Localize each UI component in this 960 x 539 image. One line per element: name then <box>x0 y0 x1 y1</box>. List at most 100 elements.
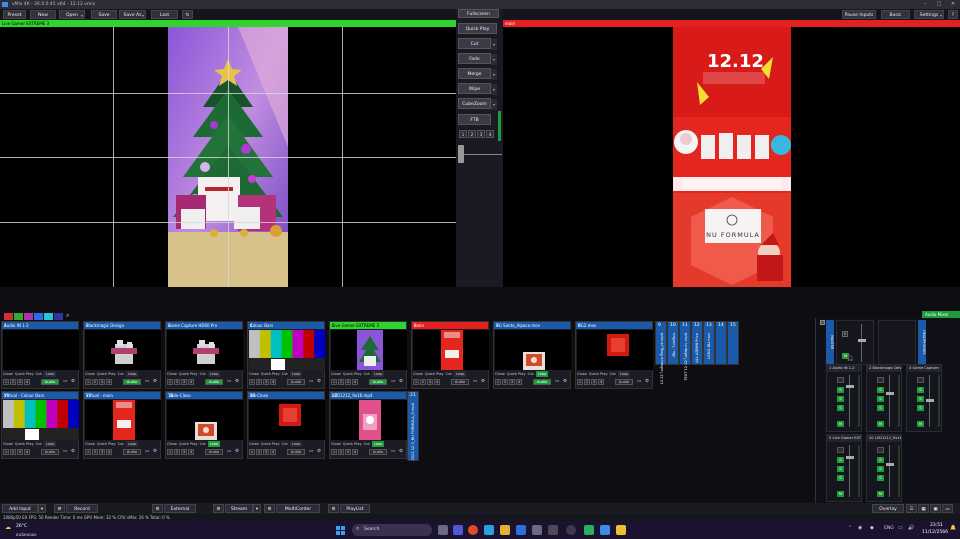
loop-button[interactable]: Loop <box>207 441 221 447</box>
fade-button[interactable]: Fade <box>458 53 497 65</box>
quick-play-button[interactable]: Quick Play <box>425 371 444 378</box>
overlay-4-button[interactable]: 4 <box>24 379 30 385</box>
save-button[interactable]: Save <box>91 10 117 19</box>
input-tile[interactable]: Game Capture HD60 Pro 3 Close Quick Play Cut… <box>165 321 243 389</box>
mixer-settings-icon[interactable] <box>820 320 825 325</box>
close-button[interactable]: Close <box>167 441 177 448</box>
quick-play-button[interactable]: Quick Play <box>589 371 608 378</box>
loop-button[interactable]: Loop <box>617 371 631 377</box>
settings-icon[interactable]: ⚙ <box>317 379 321 384</box>
cut-button[interactable]: Cut <box>200 441 206 448</box>
audio-button[interactable]: Audio <box>205 449 223 455</box>
multicorder-button[interactable]: MultiCorder <box>276 504 320 513</box>
close-window-button[interactable]: ✕ <box>946 0 960 9</box>
quick-play-button[interactable]: Quick Play <box>261 441 280 448</box>
monitor-icon[interactable]: ▭ <box>145 449 149 454</box>
input-thumbnail[interactable] <box>331 330 407 370</box>
solo-button[interactable]: S <box>877 387 884 393</box>
overlay-3-button[interactable]: 3 <box>181 449 187 455</box>
overlay-2-button[interactable]: 2 <box>338 449 344 455</box>
cut-button[interactable]: Cut <box>118 371 124 378</box>
overlay-3-button[interactable]: 3 <box>17 379 23 385</box>
overlay-3-button[interactable]: 3 <box>427 379 433 385</box>
bus-b-button[interactable]: S <box>837 405 844 411</box>
preview-window[interactable] <box>0 27 456 287</box>
input-tile-compact[interactable]: 13 LOGO-NU.mov <box>703 321 715 365</box>
stinger-2-button[interactable]: 2 <box>468 130 476 138</box>
cubezoom-button[interactable]: CubeZoom <box>458 98 497 110</box>
input-thumbnail[interactable] <box>85 330 161 370</box>
input-tile-compact[interactable]: 21 2021 12 0_NU FORMULA_9.mp4 <box>407 391 419 461</box>
quick-play-button[interactable]: Quick Play <box>97 441 116 448</box>
loop-button[interactable]: Loop <box>371 441 385 447</box>
external-button[interactable]: External <box>164 504 196 513</box>
settings-icon[interactable]: ⚙ <box>71 379 75 384</box>
settings-icon[interactable]: ⚙ <box>235 449 239 454</box>
input-tile[interactable]: Virtual - main 17 Close Quick Play Cut Loop 1 2… <box>83 391 161 459</box>
quick-play-button[interactable]: Quick Play <box>179 371 198 378</box>
cut-button[interactable]: Cut <box>446 371 452 378</box>
overlay-2-button[interactable]: 2 <box>584 379 590 385</box>
overlay-2-button[interactable]: 2 <box>10 449 16 455</box>
network-icon[interactable]: ▭ <box>898 525 903 531</box>
close-button[interactable]: Close <box>85 371 95 378</box>
cut-button[interactable]: Cut <box>282 371 288 378</box>
quick-play-button[interactable]: Quick Play <box>343 441 362 448</box>
overlay-1-button[interactable]: 1 <box>85 379 91 385</box>
settings-button[interactable]: Settings <box>914 10 944 20</box>
line-icon[interactable] <box>584 525 594 535</box>
cut-button[interactable]: Cut <box>610 371 616 378</box>
fullscreen-toggle-icon[interactable]: ▭ <box>942 504 953 513</box>
settings-icon[interactable]: ⚙ <box>153 449 157 454</box>
bus-a-button[interactable]: S <box>837 466 844 472</box>
playlist-button[interactable]: PlayList <box>340 504 370 513</box>
solo-button[interactable]: S <box>877 457 884 463</box>
audio-button[interactable]: Audio <box>287 449 305 455</box>
settings-icon[interactable]: ⚙ <box>153 379 157 384</box>
volume-fader[interactable] <box>846 385 854 388</box>
cut-button[interactable]: Cut <box>528 371 534 378</box>
bus-a-button[interactable]: S <box>837 396 844 402</box>
loop-button[interactable]: Loop <box>207 371 221 377</box>
close-button[interactable]: Close <box>85 441 95 448</box>
audio-settings-knob[interactable] <box>837 377 844 383</box>
record-settings-icon[interactable]: ⚙ <box>54 504 65 513</box>
add-input-menu-button[interactable]: ▾ <box>38 504 46 513</box>
overlay-4-button[interactable]: 4 <box>434 379 440 385</box>
tray-icon-1[interactable]: ◉ <box>858 525 862 531</box>
monitor-icon[interactable]: ▭ <box>473 379 477 384</box>
overlay-2-button[interactable]: 2 <box>92 379 98 385</box>
task-view-icon[interactable] <box>438 525 448 535</box>
overlay-3-button[interactable]: 3 <box>181 379 187 385</box>
overlay-1-button[interactable]: 1 <box>495 379 501 385</box>
color-swatch[interactable] <box>4 313 13 320</box>
preset-button[interactable]: Preset <box>3 10 26 19</box>
overlay-4-button[interactable]: 4 <box>106 379 112 385</box>
overlay-4-button[interactable]: 4 <box>352 379 358 385</box>
input-tile[interactable]: Live Gamer EXTREME 3 5 Close Quick Play Cut L… <box>329 321 407 389</box>
color-swatch[interactable] <box>34 313 43 320</box>
stream-button[interactable]: Stream <box>225 504 253 513</box>
close-button[interactable]: Close <box>3 371 13 378</box>
audio-button[interactable]: Audio <box>451 379 469 385</box>
monitor-icon[interactable]: ▭ <box>391 449 395 454</box>
input-thumbnail[interactable] <box>249 400 325 440</box>
bus-b-button[interactable]: S <box>837 475 844 481</box>
stinger-4-button[interactable]: 4 <box>486 130 494 138</box>
audio-button[interactable]: Audio <box>369 449 387 455</box>
app-icon-12[interactable] <box>616 525 626 535</box>
app-grid-icon[interactable] <box>532 525 542 535</box>
notifications-icon[interactable]: 🔔 <box>950 525 956 531</box>
input-tile-compact[interactable]: 14 <box>715 321 727 365</box>
mute-button[interactable]: M <box>837 491 844 497</box>
multicorder-settings-icon[interactable]: ⚙ <box>264 504 275 513</box>
merge-button[interactable]: Merge <box>458 68 497 80</box>
clock-date[interactable]: 11/12/2566 <box>922 530 948 535</box>
master-knob[interactable]: S <box>842 331 848 337</box>
help-button[interactable]: ? <box>948 10 958 19</box>
input-tile[interactable]: Table-Close 18 Close Quick Play Cut Loop 1 2 3 4 A… <box>165 391 243 459</box>
color-swatch[interactable] <box>44 313 53 320</box>
overlay-2-button[interactable]: 2 <box>10 379 16 385</box>
input-thumbnail[interactable] <box>495 330 571 370</box>
language-indicator[interactable]: ENG <box>884 526 894 531</box>
